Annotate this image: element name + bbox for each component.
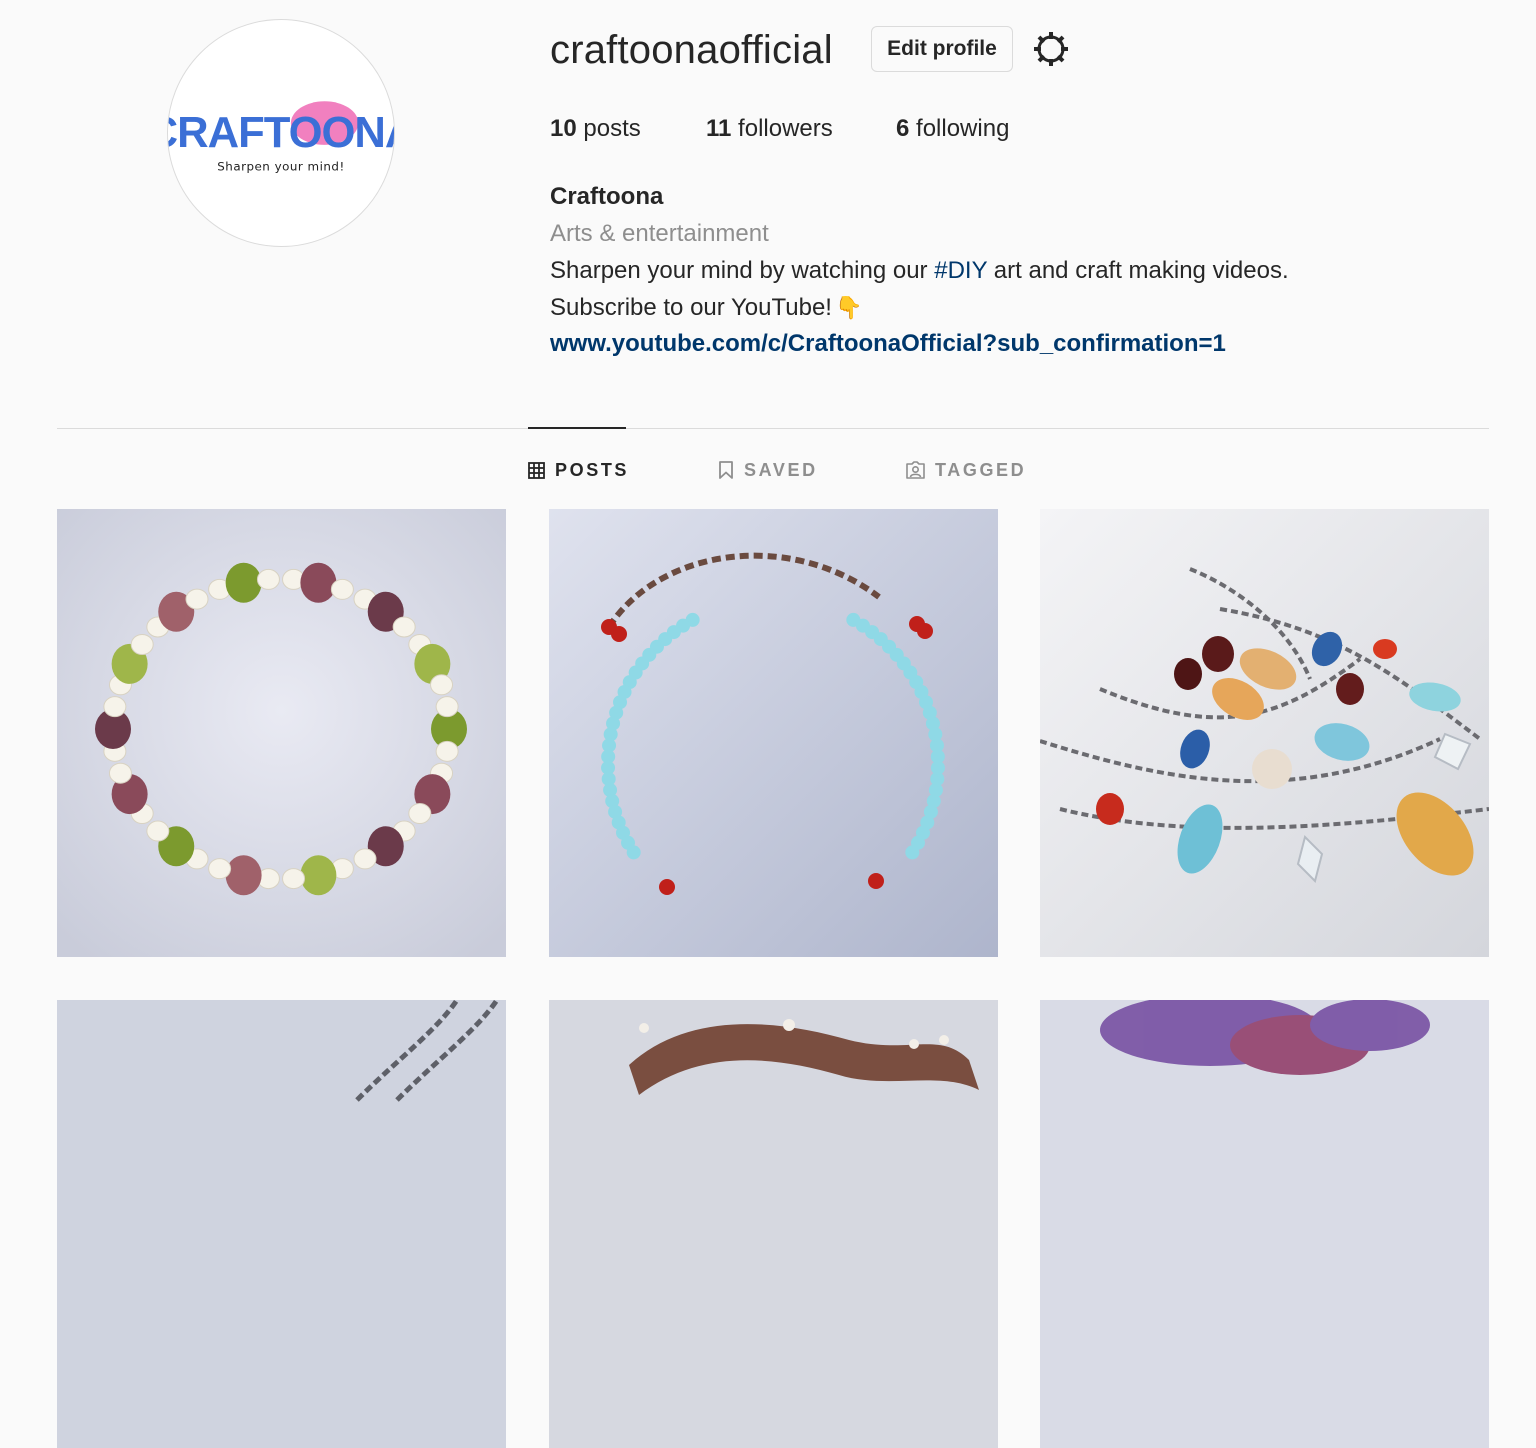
necklace-bead <box>626 845 641 860</box>
profile-full-name: Craftoona <box>550 183 664 210</box>
craftoona-logo: CRAFTOONA Sharpen your mind! <box>168 101 394 174</box>
bead-bracelet-photo <box>57 509 506 957</box>
grid-icon <box>528 461 545 479</box>
post-thumbnail[interactable] <box>1040 1000 1489 1448</box>
followers-label: followers <box>738 115 833 142</box>
tabs-divider <box>57 428 1489 429</box>
pearl-bead <box>108 762 132 784</box>
pearl-bead <box>146 820 170 842</box>
active-tab-indicator <box>528 427 626 429</box>
following-stat[interactable]: 6 following <box>896 112 1009 146</box>
posts-count-stat: 10 posts <box>550 112 641 146</box>
pearl-bead <box>435 740 459 762</box>
necklace-bead <box>846 612 861 627</box>
profile-category: Arts & entertainment <box>550 220 769 247</box>
posts-count: 10 <box>550 115 577 142</box>
feather-photo <box>1040 1000 1489 1448</box>
following-count: 6 <box>896 115 910 142</box>
red-accent-bead <box>917 623 933 639</box>
following-label: following <box>916 115 1010 142</box>
followers-count: 11 <box>706 115 732 142</box>
pearl-bead <box>330 578 354 600</box>
post-thumbnail[interactable] <box>549 509 998 957</box>
pearl-bead <box>208 858 232 880</box>
tab-saved[interactable]: SAVED <box>718 455 818 485</box>
bio-text: Subscribe to our YouTube! <box>550 294 832 321</box>
posts-label: posts <box>583 115 641 142</box>
settings-gear-icon[interactable] <box>1031 29 1071 69</box>
pearl-bead <box>392 616 416 638</box>
tab-tagged[interactable]: TAGGED <box>906 455 1026 485</box>
bookmark-icon <box>719 461 733 479</box>
pearl-bead <box>408 802 432 824</box>
edit-profile-button[interactable]: Edit profile <box>871 26 1013 72</box>
pearl-bead <box>185 588 209 610</box>
tab-saved-label: SAVED <box>744 459 818 480</box>
post-thumbnail[interactable] <box>549 1000 998 1448</box>
pearl-bead <box>353 848 377 870</box>
hashtag-link[interactable]: #DIY <box>934 257 987 284</box>
gemstone-bead <box>300 855 337 896</box>
bio-text: Sharpen your mind by watching our <box>550 257 935 284</box>
tagged-person-icon <box>906 461 925 479</box>
chain-jewelry-set-photo <box>1040 509 1489 957</box>
gemstone-bead <box>225 562 262 603</box>
turquoise-necklace-photo <box>549 509 998 957</box>
pearl-bead <box>430 674 454 696</box>
tab-posts-label: POSTS <box>555 459 630 480</box>
chain-photo <box>57 1000 506 1448</box>
pearl-bead <box>282 868 306 890</box>
pearl-bead <box>130 634 154 656</box>
profile-website-link[interactable]: www.youtube.com/c/CraftoonaOfficial?sub_… <box>550 327 1226 361</box>
gemstone-bead <box>225 855 262 896</box>
gemstone-bead <box>300 562 337 603</box>
red-accent-bead <box>611 626 627 642</box>
profile-bio-line-1: Sharpen your mind by watching our #DIY a… <box>550 254 1289 288</box>
svg-text:Sharpen your mind!: Sharpen your mind! <box>217 160 344 174</box>
profile-avatar[interactable]: CRAFTOONA Sharpen your mind! <box>167 19 395 247</box>
bio-text: art and craft making videos. <box>987 257 1289 284</box>
red-accent-bead <box>868 873 884 889</box>
post-thumbnail[interactable] <box>1040 509 1489 957</box>
tab-posts[interactable]: POSTS <box>528 455 629 485</box>
ribbon-photo <box>549 1000 998 1448</box>
post-thumbnail[interactable] <box>57 1000 506 1448</box>
followers-stat[interactable]: 11 followers <box>706 112 833 146</box>
post-thumbnail[interactable] <box>57 509 506 957</box>
profile-username: craftoonaofficial <box>550 28 833 72</box>
svg-text:CRAFTOONA: CRAFTOONA <box>168 109 394 157</box>
pearl-bead <box>435 696 459 718</box>
pointing-down-emoji-icon: 👇 <box>834 295 863 320</box>
pearl-bead <box>256 568 280 590</box>
profile-bio-line-2: Subscribe to our YouTube! 👇 <box>550 291 862 325</box>
tab-tagged-label: TAGGED <box>935 459 1027 480</box>
pearl-bead <box>103 696 127 718</box>
red-accent-bead <box>659 879 675 895</box>
